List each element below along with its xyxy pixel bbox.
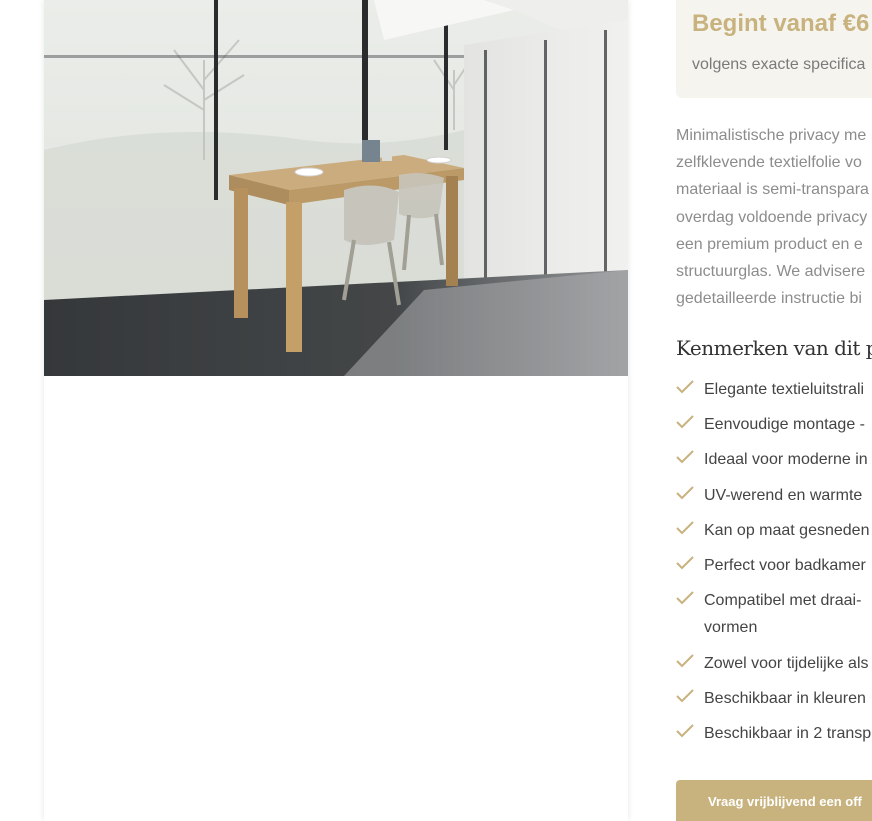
checkmark-icon xyxy=(676,450,694,464)
checkmark-icon xyxy=(676,689,694,703)
checkmark-icon xyxy=(676,556,694,570)
checkmark-icon xyxy=(676,591,694,605)
feature-label: UV-werend en warmte xyxy=(704,487,863,504)
request-quote-label: Vraag vrijblijvend een off xyxy=(708,794,862,809)
checkmark-icon xyxy=(676,486,694,500)
description-line: zelfklevende textielfolie vo xyxy=(676,154,862,172)
feature-label: Zowel voor tijdelijke als xyxy=(704,655,869,672)
description-line: structuurglas. We advisere xyxy=(676,263,866,281)
feature-label: Perfect voor badkamer xyxy=(704,557,866,574)
description-line: materiaal is semi-transpara xyxy=(676,181,869,199)
product-description: Minimalistische privacy me zelfklevende … xyxy=(676,122,872,312)
feature-label: Beschikbaar in 2 transp xyxy=(704,725,872,742)
checkmark-icon xyxy=(676,654,694,668)
feature-label: vormen xyxy=(704,619,758,636)
checkmark-icon xyxy=(676,521,694,535)
price-box: Begint vanaf €6 volgens exacte specifica xyxy=(676,0,872,98)
price-label: Begint vanaf €6 xyxy=(692,10,870,37)
feature-label: Beschikbaar in kleuren xyxy=(704,690,866,707)
description-line: gedetailleerde instructie bi xyxy=(676,290,862,308)
product-page: Begint vanaf €6 volgens exacte specifica… xyxy=(0,0,872,821)
feature-label: Ideaal voor moderne in xyxy=(704,451,868,468)
product-photo xyxy=(44,0,628,376)
description-line: Minimalistische privacy me xyxy=(676,127,867,144)
feature-label: Eenvoudige montage - xyxy=(704,416,865,433)
description-line: een premium product en e xyxy=(676,235,863,253)
product-media-card xyxy=(44,0,628,821)
description-line: overdag voldoende privacy xyxy=(676,208,868,226)
checkmark-icon xyxy=(676,724,694,738)
price-subtext: volgens exacte specifica xyxy=(692,56,866,73)
checkmark-icon xyxy=(676,380,694,394)
request-quote-button[interactable]: Vraag vrijblijvend een off xyxy=(676,780,872,821)
features-heading: Kenmerken van dit pro xyxy=(676,336,872,360)
feature-label: Elegante textieluitstrali xyxy=(704,381,865,398)
feature-label: Kan op maat gesneden xyxy=(704,522,870,539)
checkmark-icon xyxy=(676,415,694,429)
feature-label: Compatibel met draai- xyxy=(704,592,862,609)
